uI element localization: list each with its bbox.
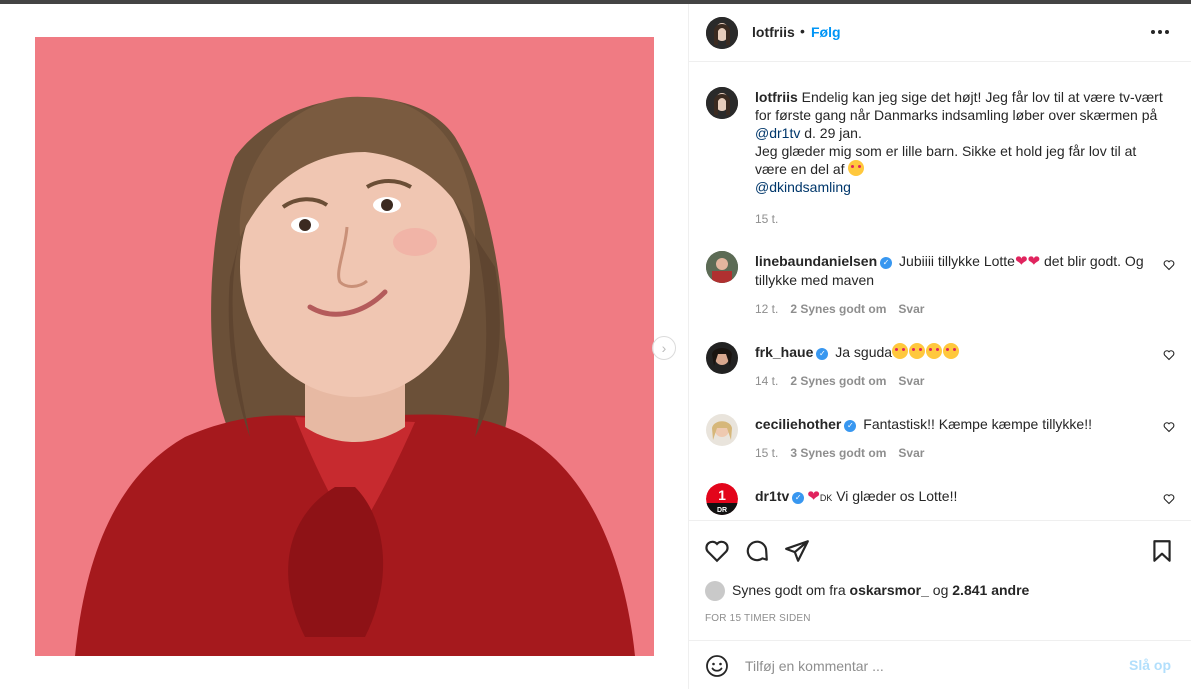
caption-body-2: d. 29 jan. [800,125,862,141]
commenter-avatar[interactable] [706,414,738,446]
verified-icon: ✓ [816,348,829,360]
post-actions: Synes godt om fra oskarsmor_ og 2.841 an… [689,520,1191,640]
comment-meta: 15 t. 3 Synes godt om Svar [755,446,924,460]
comment-likes-link[interactable]: 3 Synes godt om [790,446,886,460]
liker-avatar[interactable] [705,581,725,601]
add-comment-bar: Slå op [689,640,1191,689]
verified-icon: ✓ [844,420,857,432]
comment-body: Vi glæder os Lotte!! [832,488,958,504]
post-side-panel: lotfriis • Følg lotfriis Endelig kan jeg… [689,4,1191,689]
verified-icon: ✓ [792,492,805,504]
caption-body-3: Jeg glæder mig som er lille barn. Sikke … [755,143,1137,177]
comment-username[interactable]: linebaundanielsen [755,253,877,269]
like-comment-heart-icon[interactable] [1163,493,1175,505]
comment-time: 12 t. [755,302,779,316]
comment-meta: 14 t. 2 Synes godt om Svar [755,374,924,388]
caption-body-1: Endelig kan jeg sige det højt! Jeg får l… [755,89,1163,123]
commenter-avatar[interactable] [706,342,738,374]
post-media: › [0,4,688,689]
comment-time: 14 t. [755,374,779,388]
reply-button[interactable]: Svar [898,446,924,460]
like-comment-heart-icon[interactable] [1163,421,1175,433]
comment-username[interactable]: frk_haue [755,344,813,360]
comment-time: 15 t. [755,446,779,460]
comment-body: Ja sguda [831,344,893,360]
like-comment-heart-icon[interactable] [1163,349,1175,361]
comment-icon[interactable] [744,538,770,564]
emoji-icon[interactable] [705,654,729,678]
comment-text: frk_haue ✓ Ja sguda [755,343,1145,361]
heart-eyes-emoji [909,343,926,359]
liker-username[interactable]: oskarsmor_ [850,582,929,598]
verified-icon: ✓ [880,257,893,269]
like-comment-heart-icon[interactable] [1163,259,1175,271]
commenter-avatar[interactable] [706,251,738,283]
comment-meta: 12 t. 2 Synes godt om Svar [755,302,924,316]
comment-username[interactable]: dr1tv [755,488,789,504]
follow-button[interactable]: Følg [811,24,841,40]
reply-button[interactable]: Svar [898,374,924,388]
svg-text:DR: DR [717,507,727,514]
post-photo[interactable] [35,37,654,656]
separator-dot: • [800,23,805,39]
likes-count-link[interactable]: 2.841 andre [952,582,1029,598]
flag-label: DK [819,493,833,503]
comment-username[interactable]: ceciliehother [755,416,841,432]
heart-eyes-emoji [926,343,943,359]
red-heart-emoji: ❤❤ [1014,253,1041,270]
likes-middle: og [928,582,953,598]
chevron-right-icon: › [661,340,667,356]
share-icon[interactable] [784,538,810,564]
caption-username[interactable]: lotfriis [755,89,798,105]
next-image-button[interactable]: › [652,336,676,360]
caption-text: lotfriis Endelig kan jeg sige det højt! … [755,88,1165,196]
caption-time: 15 t. [755,212,779,226]
heart-eyes-emoji [943,343,960,359]
post-comment-button[interactable]: Slå op [1129,657,1171,673]
red-heart-emoji: ❤ [807,488,820,505]
comment-text: ceciliehother ✓ Fantastisk!! Kæmpe kæmpe … [755,415,1145,433]
author-username[interactable]: lotfriis [752,24,795,40]
likes-summary: Synes godt om fra oskarsmor_ og 2.841 an… [732,582,1029,598]
comment-body: Fantastisk!! Kæmpe kæmpe tillykke!! [859,416,1093,432]
svg-text:1: 1 [718,487,726,503]
reply-button[interactable]: Svar [898,302,924,316]
comment-text: dr1tv ✓ ❤DK Vi glæder os Lotte!! [755,487,1145,507]
post-header: lotfriis • Følg [689,4,1191,62]
heart-eyes-emoji [848,160,865,176]
portrait-illustration [35,37,654,656]
likes-prefix: Synes godt om fra [732,582,850,598]
caption-avatar[interactable] [706,87,738,119]
comment-input[interactable] [743,653,1117,679]
author-avatar[interactable] [706,17,738,49]
more-icon[interactable] [1151,30,1169,34]
mention-dr1tv-link[interactable]: @dr1tv [755,125,800,141]
comment-text: linebaundanielsen ✓ Jubiiii tillykke Lott… [755,252,1145,289]
dr-logo-avatar[interactable]: 1 DR [706,483,738,515]
comments-list: lotfriis Endelig kan jeg sige det højt! … [689,62,1191,520]
heart-eyes-emoji [892,343,909,359]
heart-icon[interactable] [704,538,730,564]
comment-body: Jubiiii tillykke Lotte [895,253,1015,269]
bookmark-icon[interactable] [1149,538,1175,564]
post-time-ago[interactable]: FOR 15 TIMER SIDEN [705,613,811,624]
mention-dkindsamling-link[interactable]: @dkindsamling [755,179,851,195]
comment-likes-link[interactable]: 2 Synes godt om [790,302,886,316]
comment-likes-link[interactable]: 2 Synes godt om [790,374,886,388]
